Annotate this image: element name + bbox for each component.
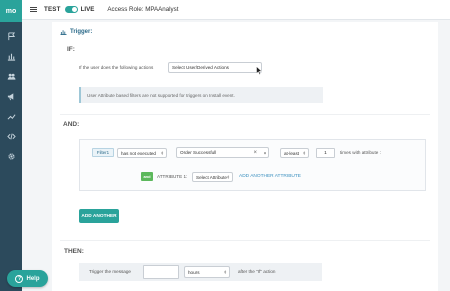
trigger-title: Trigger:: [70, 29, 93, 35]
section-divider: [60, 240, 430, 241]
chevron-down-icon: ▾: [263, 150, 266, 155]
count-input-value: 1: [324, 150, 327, 156]
after-action-text: after the "If" action: [238, 269, 276, 274]
environment-toggle[interactable]: [64, 6, 78, 13]
trigger-panel: Trigger: IF: If the user does the follow…: [52, 22, 438, 291]
chart-icon: [60, 30, 67, 35]
hamburger-menu-icon[interactable]: [30, 5, 37, 13]
time-unit-select-value: hours: [188, 269, 200, 275]
info-banner: User Attribute based filters are not sup…: [79, 87, 323, 103]
then-label: THEN:: [64, 248, 84, 255]
help-label: Help: [26, 275, 40, 282]
sort-caret-icon: ⇕: [223, 269, 227, 275]
section-divider: [60, 114, 430, 115]
event-select[interactable]: Order Successfull × ▾: [176, 147, 269, 158]
megaphone-icon[interactable]: [0, 86, 22, 106]
attribute-label: ATTRIBUTE 1:: [157, 174, 188, 179]
execution-select[interactable]: has not executed ⇕: [117, 148, 167, 158]
analytics-bars-icon[interactable]: [0, 46, 22, 66]
event-select-value: Order Successfull: [180, 150, 217, 155]
delay-input[interactable]: [143, 265, 179, 279]
access-role-label: Access Role: MPAAnalyst: [107, 6, 179, 13]
add-attribute-link[interactable]: ADD ANOTHER ATTRIBUTE: [239, 174, 301, 179]
env-live-label: LIVE: [80, 6, 95, 13]
trigger-message-text: Trigger the message: [89, 269, 131, 274]
help-icon: ?: [15, 274, 24, 283]
action-select-value: Select User/Derived Actions: [172, 65, 229, 70]
if-question: If the user does the following actions: [79, 65, 154, 70]
count-input[interactable]: 1: [316, 148, 335, 158]
trigger-header: Trigger:: [60, 29, 92, 35]
attribute-select-value: Select Attribute: [196, 174, 227, 180]
if-label: IF:: [67, 46, 75, 53]
app-logo[interactable]: mo: [0, 0, 22, 22]
add-another-button[interactable]: ADD ANOTHER: [79, 209, 119, 223]
sort-caret-icon: ⇕: [160, 150, 164, 156]
trend-line-icon[interactable]: [0, 106, 22, 126]
action-select[interactable]: Select User/Derived Actions: [168, 62, 262, 73]
filter-tag: Filter1: [92, 148, 114, 157]
top-bar: TEST LIVE Access Role: MPAAnalyst: [22, 0, 450, 20]
segments-users-icon[interactable]: [0, 66, 22, 86]
help-button[interactable]: ? Help: [7, 270, 48, 287]
clear-icon[interactable]: ×: [253, 150, 257, 156]
add-another-button-label: ADD ANOTHER: [81, 213, 117, 219]
attribute-and-tag-label: and: [143, 174, 151, 179]
left-sidebar: mo: [0, 0, 22, 291]
code-icon[interactable]: [0, 126, 22, 146]
campaign-flag-icon[interactable]: [0, 26, 22, 46]
comparator-select-value: at-least: [284, 150, 300, 156]
attribute-and-tag: and: [141, 172, 153, 181]
sort-caret-icon: ⇕: [302, 150, 306, 156]
attribute-select[interactable]: Select Attribute ⇕: [192, 172, 233, 182]
execution-select-value: has not executed: [121, 150, 156, 156]
env-test-label: TEST: [44, 6, 61, 13]
sort-caret-icon: ⇕: [226, 174, 230, 180]
comparator-select[interactable]: at-least ⇕: [280, 148, 309, 158]
and-label: AND:: [63, 121, 80, 128]
info-text: User Attribute based filters are not sup…: [87, 92, 235, 98]
filter-tag-label: Filter1: [96, 150, 110, 155]
times-with-attribute-text: times with attribute :: [340, 150, 381, 155]
mouse-cursor-icon: [256, 66, 262, 75]
time-unit-select[interactable]: hours ⇕: [184, 266, 230, 278]
gear-icon[interactable]: [0, 146, 22, 166]
